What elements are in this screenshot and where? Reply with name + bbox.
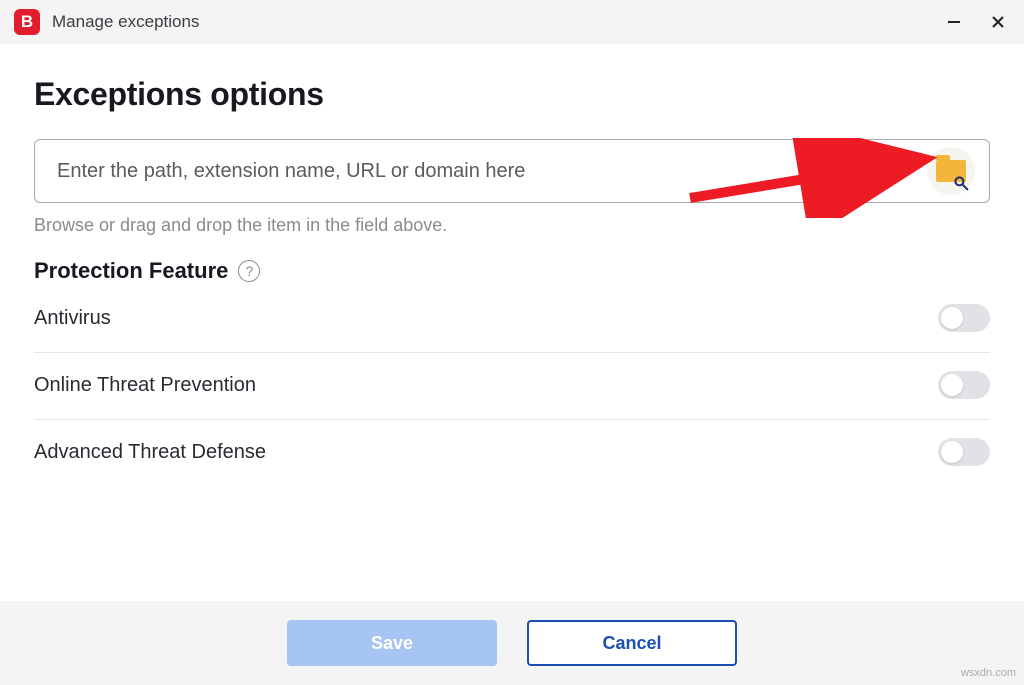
footer-bar: Save Cancel xyxy=(0,601,1024,685)
feature-row-antivirus: Antivirus xyxy=(34,298,990,353)
save-button[interactable]: Save xyxy=(287,620,497,666)
feature-row-online-threat: Online Threat Prevention xyxy=(34,353,990,420)
feature-row-advanced-threat: Advanced Threat Defense xyxy=(34,420,990,486)
minimize-button[interactable] xyxy=(938,6,970,38)
close-button[interactable] xyxy=(982,6,1014,38)
watermark-text: wsxdn.com xyxy=(961,667,1016,679)
section-label: Protection Feature xyxy=(34,258,228,284)
toggle-antivirus[interactable] xyxy=(938,304,990,332)
magnifier-icon xyxy=(953,175,969,191)
titlebar: B Manage exceptions xyxy=(0,0,1024,44)
hint-text: Browse or drag and drop the item in the … xyxy=(34,215,990,236)
feature-label: Antivirus xyxy=(34,307,111,330)
feature-label: Advanced Threat Defense xyxy=(34,441,266,464)
protection-feature-header: Protection Feature ? xyxy=(34,258,990,284)
content-area: Exceptions options Browse or drag and dr… xyxy=(0,44,1024,486)
page-heading: Exceptions options xyxy=(34,76,990,113)
path-input[interactable] xyxy=(57,140,927,202)
app-logo-icon: B xyxy=(14,9,40,35)
window-title: Manage exceptions xyxy=(52,12,926,32)
path-input-container xyxy=(34,139,990,203)
toggle-advanced-threat[interactable] xyxy=(938,438,990,466)
toggle-online-threat[interactable] xyxy=(938,371,990,399)
feature-label: Online Threat Prevention xyxy=(34,374,256,397)
cancel-button[interactable]: Cancel xyxy=(527,620,737,666)
help-icon[interactable]: ? xyxy=(238,260,260,282)
browse-button[interactable] xyxy=(927,147,975,195)
